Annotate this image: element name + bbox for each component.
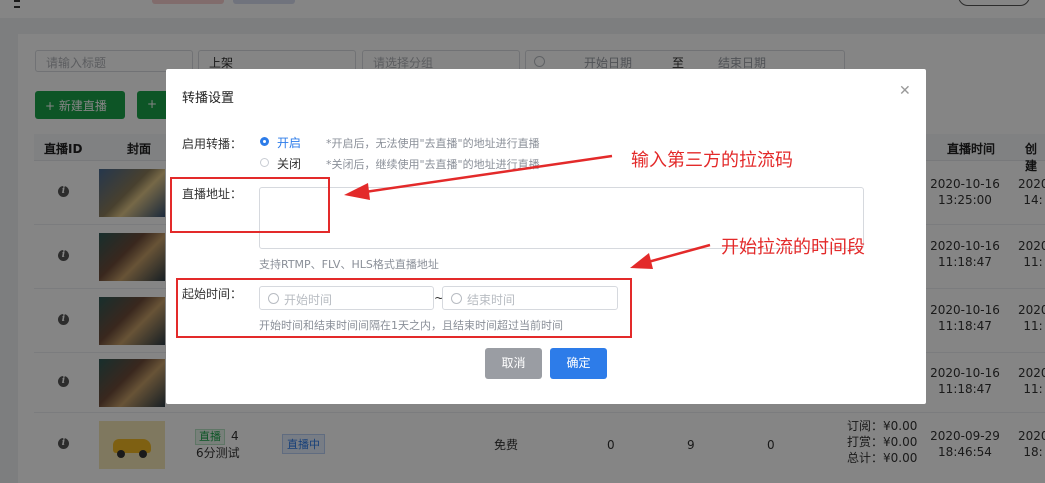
annotation-arrow-1 [344, 154, 613, 200]
annotation-arrows [344, 154, 711, 269]
annotation-text-2: 开始拉流的时间段 [721, 237, 865, 258]
annotation-arrow-2 [630, 243, 711, 269]
annotation-text-1: 输入第三方的拉流码 [631, 150, 793, 171]
